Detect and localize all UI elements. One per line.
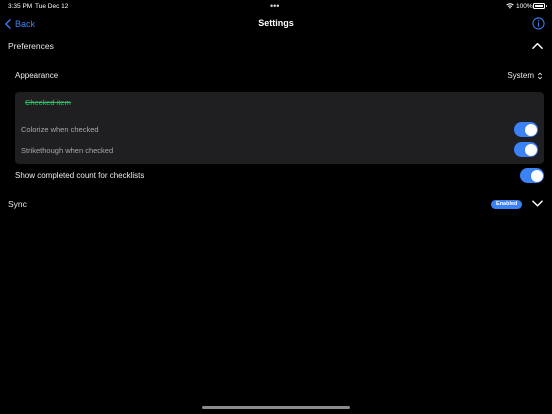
preferences-header-label: Preferences <box>8 41 54 51</box>
status-date: Tue Dec 12 <box>35 3 69 10</box>
appearance-picker[interactable]: System <box>507 71 543 80</box>
chevron-up-icon[interactable] <box>532 41 543 50</box>
preferences-section-header[interactable]: Preferences <box>0 35 552 57</box>
show-count-row: Show completed count for checklists <box>15 166 545 186</box>
info-icon[interactable] <box>532 17 545 30</box>
battery-icon <box>533 3 547 9</box>
strikethrough-label: Strikethough when checked <box>21 146 114 155</box>
checked-item-preview: Checked item <box>25 98 71 107</box>
navigation-bar: Back Settings <box>0 13 552 35</box>
toggle-knob <box>524 143 537 156</box>
sync-header-label: Sync <box>8 199 27 209</box>
page-title: Settings <box>258 18 294 28</box>
settings-screen: 3:35 PM Tue Dec 12 ••• 100% Back Setting… <box>0 0 552 414</box>
toggle-knob <box>524 123 537 136</box>
strikethrough-row: Strikethough when checked <box>21 142 539 158</box>
chevron-up-down-icon <box>538 72 542 79</box>
checked-item-options-card: Checked item Colorize when checked Strik… <box>15 92 544 164</box>
sync-section-header[interactable]: Sync <box>0 193 552 215</box>
colorize-row: Colorize when checked <box>21 121 539 137</box>
sync-status-badge: Enabled <box>491 200 523 209</box>
toggle-knob <box>530 169 543 182</box>
colorize-toggle[interactable] <box>514 122 538 137</box>
wifi-icon <box>506 3 514 9</box>
show-count-toggle[interactable] <box>520 168 544 183</box>
appearance-value: System <box>507 71 534 80</box>
battery-percent: 100% <box>516 3 533 10</box>
home-indicator[interactable] <box>202 406 350 409</box>
appearance-label: Appearance <box>15 71 59 80</box>
status-bar: 3:35 PM Tue Dec 12 ••• 100% <box>0 0 552 13</box>
strikethrough-toggle[interactable] <box>514 142 538 157</box>
multitasking-dots-icon[interactable]: ••• <box>270 1 279 11</box>
appearance-row: Appearance System <box>15 66 545 86</box>
colorize-label: Colorize when checked <box>21 125 99 134</box>
show-count-label: Show completed count for checklists <box>15 171 145 180</box>
chevron-down-icon[interactable] <box>532 199 543 208</box>
status-time: 3:35 PM <box>8 3 33 10</box>
